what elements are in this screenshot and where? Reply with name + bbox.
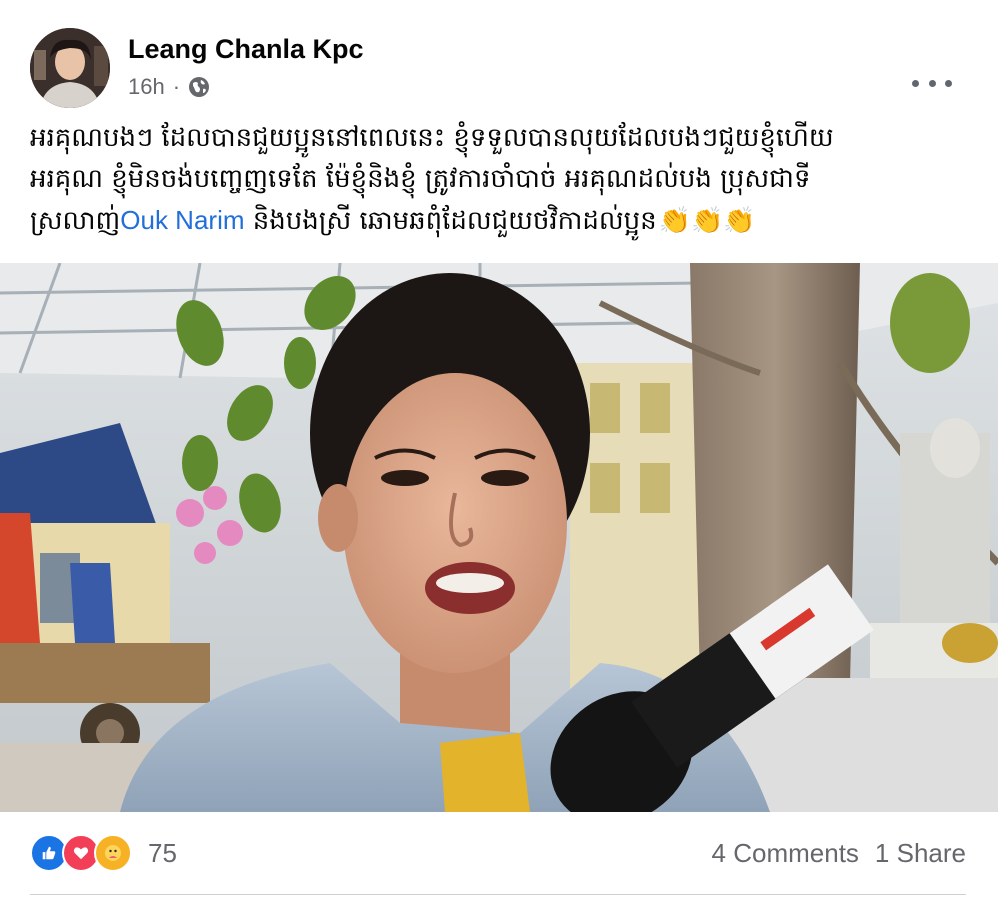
care-icon — [94, 834, 132, 872]
author-name[interactable]: Leang Chanla Kpc — [128, 34, 364, 65]
divider — [30, 894, 966, 895]
reactions-summary[interactable]: 75 — [30, 834, 177, 872]
globe-icon — [188, 76, 210, 98]
shares-count-link[interactable]: 1 Share — [875, 838, 966, 869]
more-icon — [912, 70, 952, 96]
meta-separator: · — [172, 74, 181, 99]
mention-link[interactable]: Ouk Narim — [120, 205, 244, 235]
post-timestamp[interactable]: 16h — [128, 74, 165, 100]
post-body: អរគុណបងៗ ដែលបានជួយប្អូននៅពេលនេះ ខ្ញុំទទួ… — [30, 118, 970, 242]
clapping-hands-emoji: 👏👏👏 — [658, 206, 756, 236]
post-meta: 16h · — [128, 74, 210, 100]
post-text-line-3-end: និងបងស្រី ឆោមឆពុំដែលជួយថវិកាដល់ប្អូន — [244, 206, 657, 236]
post-header: Leang Chanla Kpc 16h · — [30, 28, 972, 110]
engagement-bar: 75 4 Comments 1 Share — [30, 832, 966, 874]
facebook-post: Leang Chanla Kpc 16h · អរគុណបងៗ ដែលបានជួ… — [0, 0, 1002, 898]
post-stats: 4 Comments 1 Share — [712, 838, 966, 869]
post-text-line-3: ស្រលាញ់Ouk Narim និងបងស្រី ឆោមឆពុំដែលជួយ… — [30, 200, 970, 242]
post-text-line-2: អរគុណ ខ្ញុំមិនចង់បញ្ចេញទេតែ ម៉ែខ្ញុំនិងខ… — [30, 164, 811, 194]
post-text-line-1: អរគុណបងៗ ដែលបានជួយប្អូននៅពេលនេះ ខ្ញុំទទួ… — [30, 123, 834, 153]
post-photo[interactable] — [0, 263, 998, 812]
post-text-line-3-start: ស្រលាញ់ — [30, 206, 121, 236]
comments-count-link[interactable]: 4 Comments — [712, 838, 859, 869]
reaction-count: 75 — [148, 837, 177, 868]
more-options-button[interactable] — [908, 48, 972, 87]
author-avatar[interactable] — [30, 28, 110, 108]
